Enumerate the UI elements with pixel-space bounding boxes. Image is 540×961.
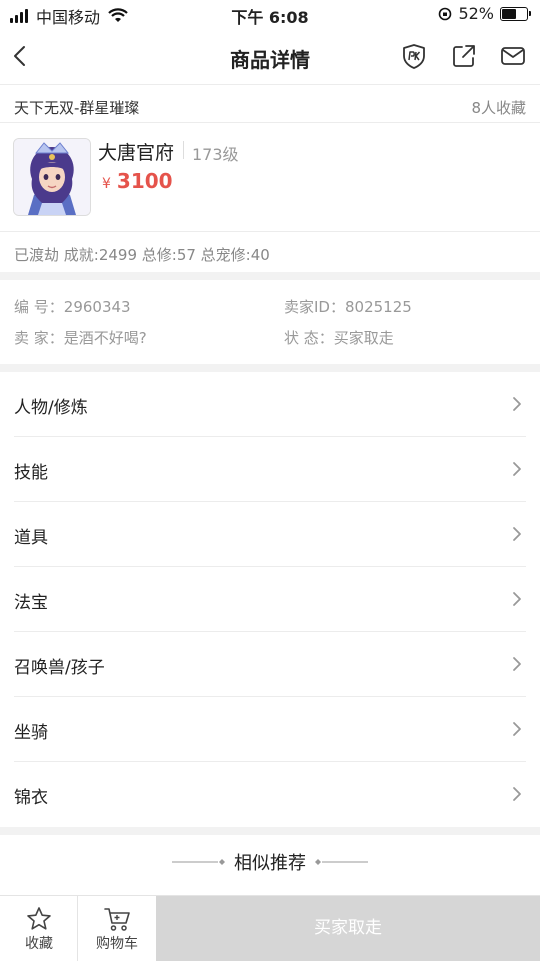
- menu-item-label: 锦衣: [14, 788, 48, 808]
- seller-name-label: 卖 家：: [14, 329, 64, 347]
- similar-section-header: 相似推荐: [0, 835, 540, 887]
- seller-id-label: 卖家ID：: [284, 298, 345, 316]
- listing-state-value: 买家取走: [333, 329, 394, 347]
- similar-title: 相似推荐: [234, 853, 306, 874]
- menu-item-skills[interactable]: 技能: [0, 437, 540, 502]
- menu-item-label: 坐骑: [14, 723, 48, 743]
- nav-bar: 商品详情: [0, 30, 540, 85]
- character-avatar: [13, 138, 91, 216]
- menu-item-label: 召唤兽/孩子: [14, 658, 105, 678]
- menu-item-pets[interactable]: 召唤兽/孩子: [0, 632, 540, 697]
- listing-info: 编 号：2960343 卖家ID：8025125 卖 家：是酒不好喝? 状 态：…: [0, 280, 540, 364]
- stats-text: 已渡劫 成就:2499 总修:57 总宠修:40: [14, 246, 270, 264]
- status-bar: 中国移动 下午 6:08 52%: [0, 0, 540, 28]
- menu-item-label: 技能: [14, 463, 48, 483]
- cart-label: 购物车: [96, 936, 138, 952]
- seller-name: 卖 家：是酒不好喝?: [14, 327, 147, 348]
- cart-button[interactable]: 购物车: [78, 896, 156, 961]
- cart-icon: [104, 908, 130, 931]
- message-icon[interactable]: [500, 43, 526, 69]
- chevron-right-icon: [513, 527, 521, 541]
- listing-id: 编 号：2960343: [14, 296, 131, 317]
- menu-item-outfits[interactable]: 锦衣: [0, 762, 540, 827]
- server-name: 天下无双-群星璀璨: [14, 99, 140, 117]
- listing-id-value: 2960343: [63, 298, 131, 316]
- product-summary[interactable]: 大唐官府 173级 ¥3100: [0, 123, 540, 232]
- menu-item-label: 人物/修炼: [14, 398, 88, 418]
- listing-state: 状 态：买家取走: [284, 327, 394, 348]
- character-stats: 已渡劫 成就:2499 总修:57 总宠修:40: [0, 232, 540, 272]
- favorite-button[interactable]: 收藏: [0, 896, 78, 961]
- chevron-right-icon: [513, 397, 521, 411]
- star-icon: [27, 907, 51, 930]
- battery-percent: 52%: [458, 4, 494, 23]
- chevron-right-icon: [513, 657, 521, 671]
- chevron-right-icon: [513, 592, 521, 606]
- character-portrait-image: [14, 139, 90, 215]
- favorite-label: 收藏: [25, 936, 53, 952]
- orientation-lock-icon: [439, 7, 452, 20]
- listing-id-label: 编 号：: [14, 298, 64, 316]
- buy-button[interactable]: 买家取走: [156, 896, 540, 961]
- chevron-right-icon: [513, 462, 521, 476]
- menu-item-treasures[interactable]: 法宝: [0, 567, 540, 632]
- divider: [183, 141, 184, 159]
- section-divider: [0, 827, 540, 835]
- currency-symbol: ¥: [102, 176, 111, 192]
- chevron-right-icon: [513, 722, 521, 736]
- bottom-action-bar: 收藏 购物车 买家取走: [0, 895, 540, 961]
- character-level: 173级: [192, 145, 239, 164]
- menu-item-mounts[interactable]: 坐骑: [0, 697, 540, 762]
- pk-badge-icon[interactable]: [401, 43, 427, 69]
- seller-id: 卖家ID：8025125: [284, 296, 412, 317]
- seller-id-value: 8025125: [344, 298, 412, 316]
- character-class: 大唐官府: [98, 142, 175, 164]
- favorite-count: 8人收藏: [471, 99, 526, 117]
- section-divider: [0, 364, 540, 372]
- menu-item-label: 法宝: [14, 593, 48, 613]
- section-divider: [0, 272, 540, 280]
- ornament-right-icon: [315, 859, 368, 865]
- server-header: 天下无双-群星璀璨 8人收藏: [0, 84, 540, 123]
- menu-item-label: 道具: [14, 528, 48, 548]
- share-icon[interactable]: [451, 43, 477, 69]
- listing-state-label: 状 态：: [284, 329, 334, 347]
- menu-item-character[interactable]: 人物/修炼: [0, 372, 540, 437]
- price: ¥3100: [102, 169, 173, 193]
- battery-icon: [500, 6, 531, 21]
- price-value: 3100: [116, 169, 173, 193]
- menu-item-items[interactable]: 道具: [0, 502, 540, 567]
- seller-name-value: 是酒不好喝?: [63, 329, 147, 347]
- chevron-right-icon: [513, 787, 521, 801]
